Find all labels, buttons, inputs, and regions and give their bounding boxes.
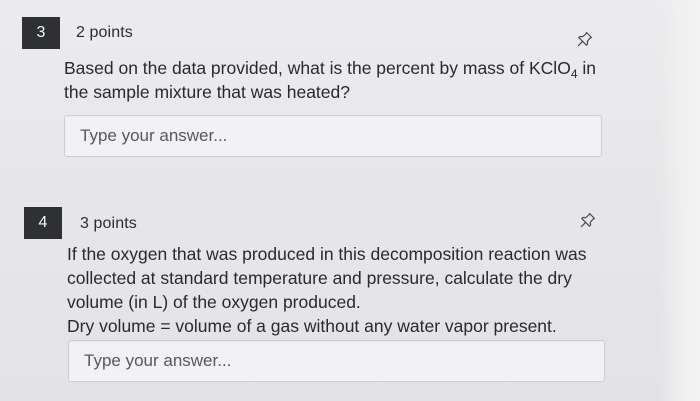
question-text-line: the sample mixture that was heated?	[64, 82, 350, 102]
question-text: If the oxygen that was produced in this …	[67, 242, 627, 338]
question-text-line: Based on the data provided, what is the …	[64, 58, 596, 81]
question-text: Based on the data provided, what is the …	[64, 56, 624, 104]
question-points: 3 points	[80, 215, 137, 232]
quiz-page: 3 2 points Based on the data provided, w…	[0, 0, 700, 401]
question-text-line: Dry volume = volume of a gas without any…	[67, 316, 557, 336]
question-3: 3 2 points Based on the data provided, w…	[0, 0, 700, 175]
question-text-line: volume (in L) of the oxygen produced.	[67, 292, 361, 312]
question-4: 4 3 points If the oxygen that was produc…	[0, 175, 700, 401]
answer-input[interactable]: Type your answer...	[64, 115, 602, 157]
answer-input[interactable]: Type your answer...	[68, 340, 605, 382]
question-points: 2 points	[76, 24, 133, 41]
pin-icon[interactable]	[576, 30, 594, 48]
question-number-badge: 4	[24, 207, 62, 239]
answer-placeholder: Type your answer...	[84, 351, 232, 370]
question-number-badge: 3	[22, 17, 60, 49]
question-text-line: If the oxygen that was produced in this …	[67, 244, 587, 264]
subscript: 4	[570, 67, 578, 81]
pin-icon[interactable]	[579, 211, 597, 229]
question-text-line: collected at standard temperature and pr…	[67, 268, 572, 288]
answer-placeholder: Type your answer...	[80, 126, 228, 145]
